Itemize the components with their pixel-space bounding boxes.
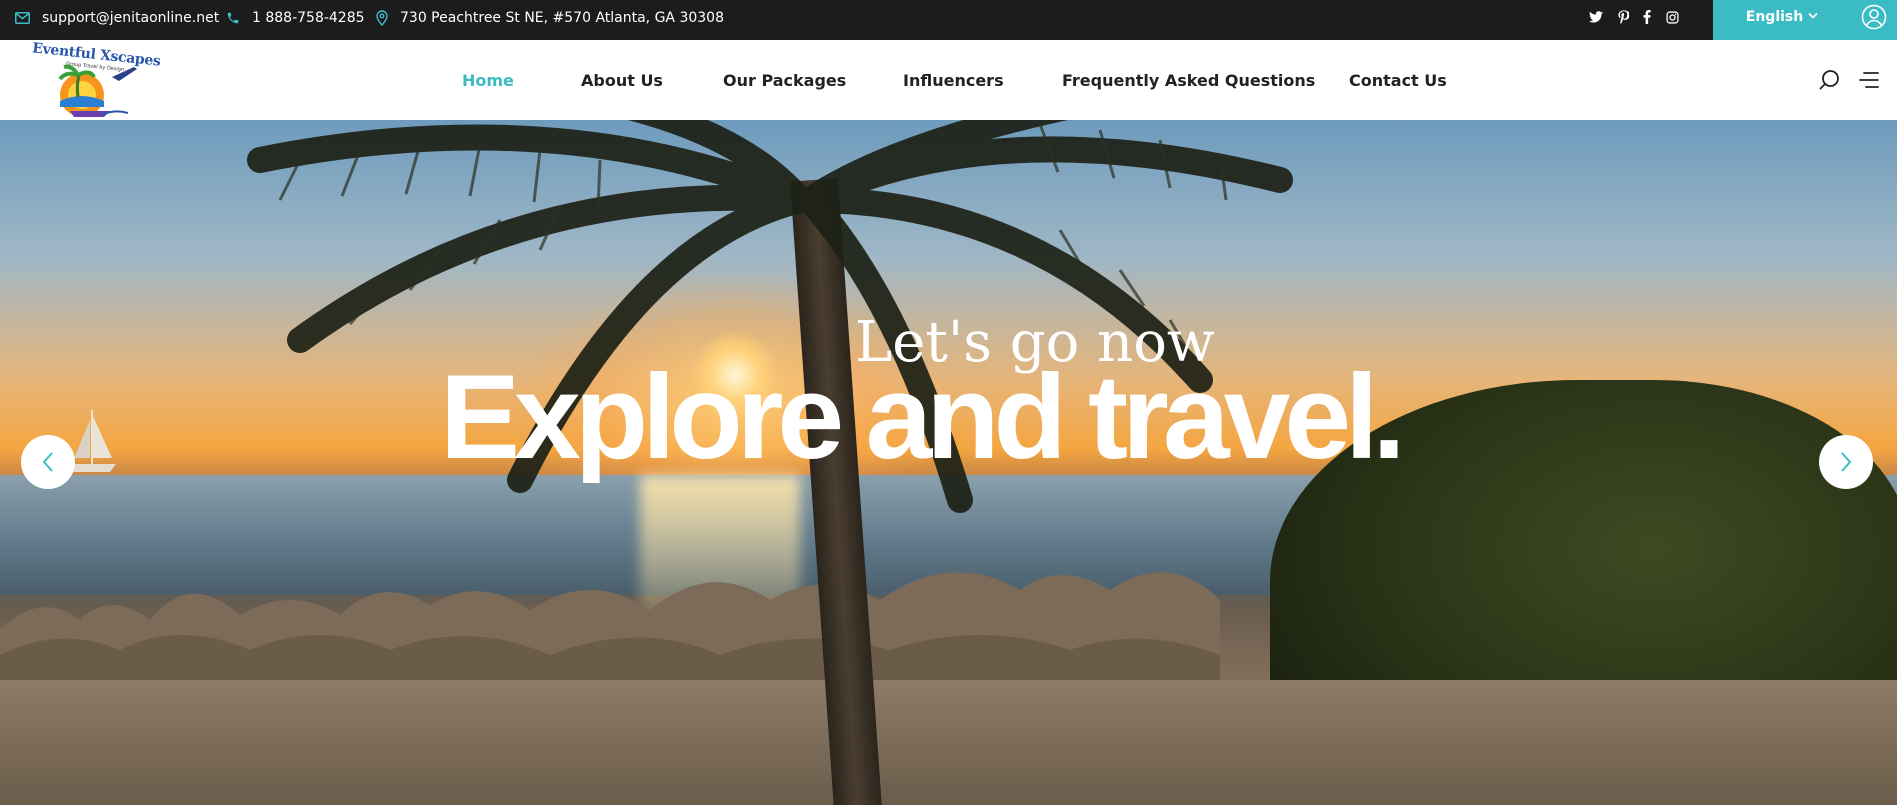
email-text: support@jenitaonline.net	[42, 9, 220, 26]
menu-icon[interactable]	[1858, 69, 1880, 91]
nav-contact-us[interactable]: Contact Us	[1349, 40, 1447, 120]
hero-title: Explore and travel.	[440, 350, 1406, 484]
twitter-icon[interactable]	[1588, 9, 1604, 25]
language-selector[interactable]: English	[1713, 0, 1851, 40]
contact-address: 730 Peachtree St NE, #570 Atlanta, GA 30…	[376, 0, 724, 35]
search-icon[interactable]	[1819, 69, 1841, 91]
account-button[interactable]	[1851, 0, 1897, 40]
site-logo[interactable]: Eventful Xscapes Group Travel by Design	[30, 40, 161, 119]
nav-influencers[interactable]: Influencers	[903, 40, 1004, 120]
nav-our-packages[interactable]: Our Packages	[723, 40, 846, 120]
hero-slider: Let's go now Explore and travel.	[0, 120, 1897, 805]
main-navigation: Eventful Xscapes Group Travel by Design …	[0, 40, 1897, 120]
top-bar: support@jenitaonline.net 1 888-758-4285 …	[0, 0, 1897, 40]
nav-faq[interactable]: Frequently Asked Questions	[1062, 40, 1315, 120]
user-icon	[1861, 4, 1887, 30]
facebook-icon[interactable]	[1639, 9, 1655, 25]
slider-next-button[interactable]	[1819, 435, 1873, 489]
pinterest-icon[interactable]	[1615, 9, 1631, 25]
chevron-down-icon	[1808, 12, 1818, 22]
slider-prev-button[interactable]	[21, 435, 75, 489]
map-pin-icon	[376, 9, 388, 26]
phone-icon	[227, 12, 239, 23]
sandy-ground	[0, 680, 1897, 805]
nav-home[interactable]: Home	[462, 40, 514, 120]
contact-phone[interactable]: 1 888-758-4285	[226, 0, 365, 35]
language-label: English	[1745, 9, 1804, 25]
chevron-left-icon	[42, 452, 53, 472]
nav-about-us[interactable]: About Us	[581, 40, 663, 120]
address-text: 730 Peachtree St NE, #570 Atlanta, GA 30…	[400, 9, 724, 26]
mail-icon	[15, 11, 30, 24]
phone-text: 1 888-758-4285	[252, 9, 365, 26]
contact-email[interactable]: support@jenitaonline.net	[15, 0, 219, 35]
instagram-icon[interactable]	[1664, 9, 1680, 25]
rocks	[0, 572, 1220, 700]
chevron-right-icon	[1841, 452, 1852, 472]
